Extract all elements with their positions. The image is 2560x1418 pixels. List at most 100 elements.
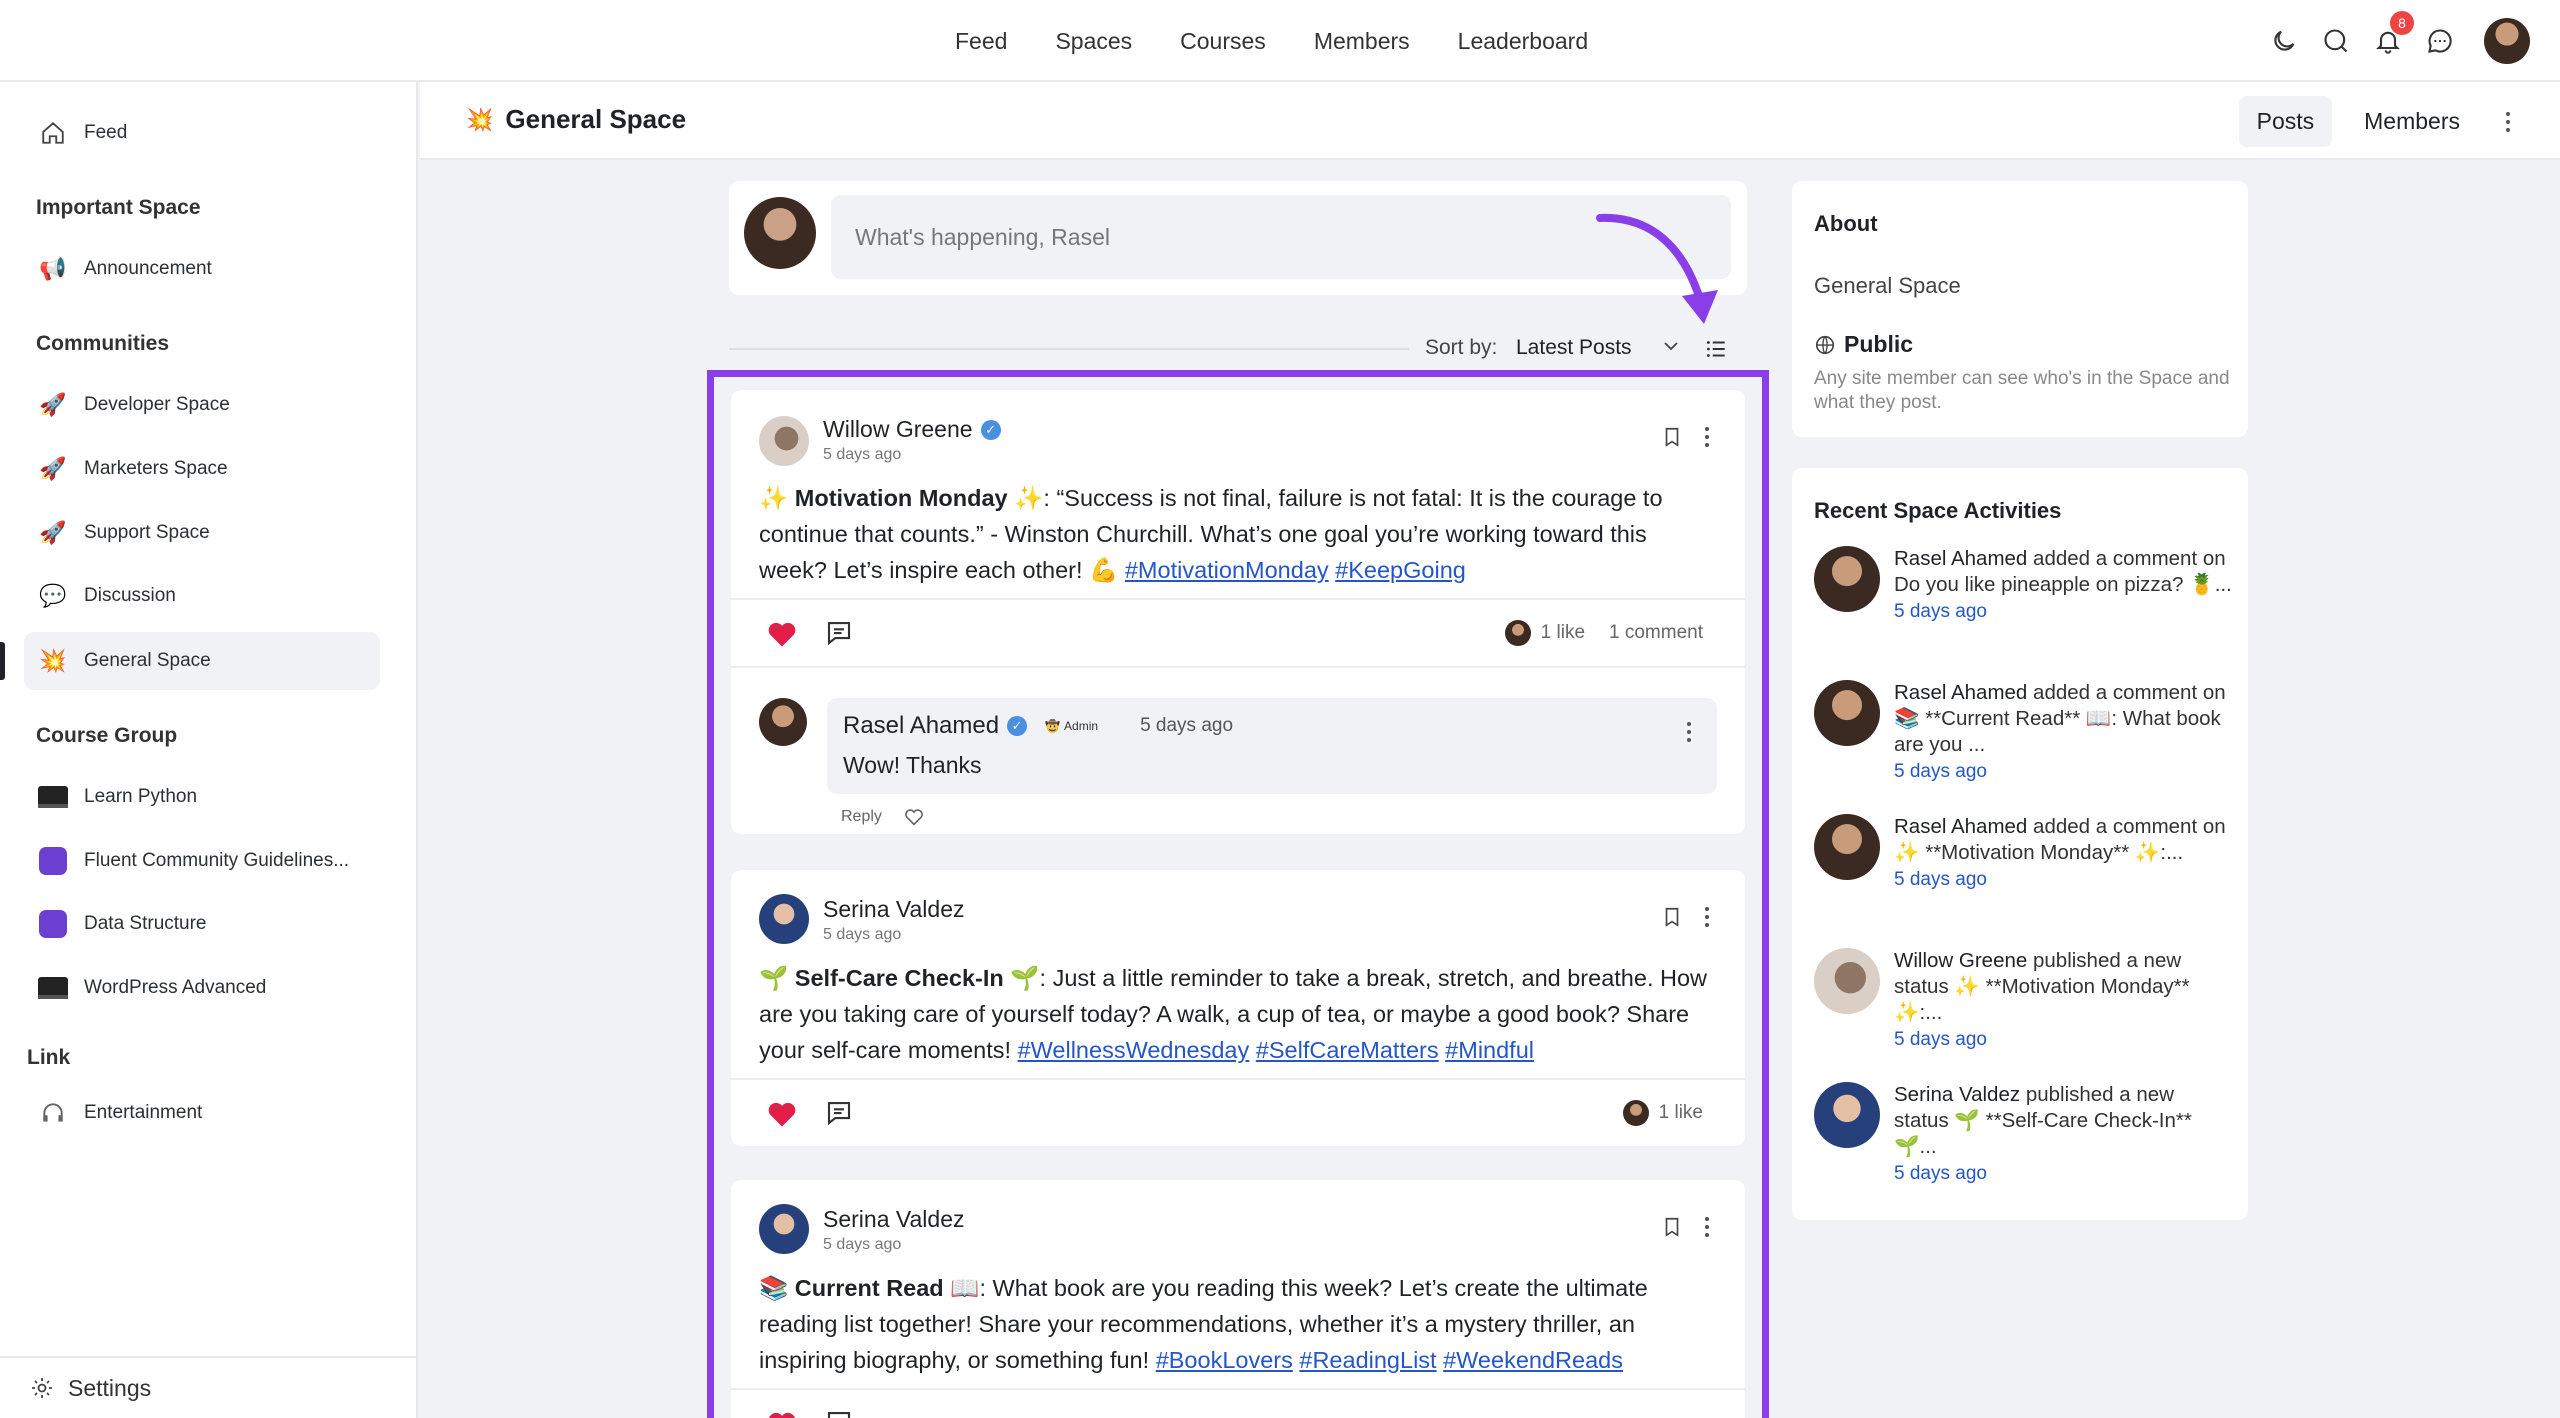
heart-icon[interactable] xyxy=(767,1100,797,1128)
avatar[interactable] xyxy=(759,1204,809,1254)
recent-activities-card: Recent Space Activities Rasel Ahamed add… xyxy=(1792,468,2248,1220)
comment-time: 5 days ago xyxy=(1140,715,1234,736)
like-count[interactable]: 1 like xyxy=(1541,622,1585,644)
hashtag-link[interactable]: #WellnessWednesday xyxy=(1018,1037,1250,1063)
bookmark-icon[interactable] xyxy=(1661,906,1683,928)
author-name: Serina Valdez xyxy=(823,1206,965,1232)
megaphone-icon: 📢 xyxy=(39,256,67,281)
tab-posts[interactable]: Posts xyxy=(2238,96,2333,147)
section-course-group: Course Group xyxy=(36,724,178,747)
sidebar-item-learn-python[interactable]: Learn Python xyxy=(24,768,380,826)
activity-time: 5 days ago xyxy=(1894,1029,1987,1050)
like-count[interactable]: 1 like xyxy=(1659,1102,1703,1124)
user-avatar[interactable] xyxy=(2484,18,2530,64)
space-title: 💥 General Space xyxy=(466,104,686,135)
chat-icon[interactable] xyxy=(2424,25,2456,57)
more-options-icon[interactable] xyxy=(2492,111,2524,132)
sidebar-item-entertainment[interactable]: Entertainment xyxy=(24,1084,380,1142)
comment-actions: Reply xyxy=(841,808,924,826)
more-options-icon[interactable] xyxy=(1705,907,1709,927)
sidebar-item-support-space[interactable]: 🚀 Support Space xyxy=(24,504,380,562)
settings-link[interactable]: Settings xyxy=(0,1356,416,1418)
sidebar-item-marketers-space[interactable]: 🚀 Marketers Space xyxy=(24,440,380,498)
about-card: About General Space Public Any site memb… xyxy=(1792,181,2248,437)
comment-author[interactable]: Rasel Ahamed xyxy=(843,712,999,740)
sparkle-icon: ✨ xyxy=(1014,485,1044,511)
post-author[interactable]: Willow Greene ✓ xyxy=(823,416,1001,443)
more-options-icon[interactable] xyxy=(1687,722,1691,742)
nav-spaces[interactable]: Spaces xyxy=(1055,28,1132,55)
sidebar-item-feed[interactable]: Feed xyxy=(24,104,380,162)
search-icon[interactable] xyxy=(2320,25,2352,57)
moon-icon[interactable] xyxy=(2268,25,2300,57)
chevron-down-icon[interactable] xyxy=(1659,334,1683,358)
sort-select[interactable]: Latest Posts xyxy=(1516,336,1632,360)
heart-icon[interactable] xyxy=(767,620,797,648)
hashtag-link[interactable]: #SelfCareMatters xyxy=(1256,1037,1439,1063)
comment-count[interactable]: 1 comment xyxy=(1609,622,1703,644)
more-options-icon[interactable] xyxy=(1705,1217,1709,1237)
more-options-icon[interactable] xyxy=(1705,427,1709,447)
sidebar-item-announcement[interactable]: 📢 Announcement xyxy=(24,240,380,298)
post-body: 📚 Current Read 📖: What book are you read… xyxy=(759,1270,1719,1378)
comment-icon[interactable] xyxy=(823,1408,855,1418)
sidebar-item-label: Data Structure xyxy=(84,913,207,934)
post-author[interactable]: Serina Valdez xyxy=(823,896,965,923)
hashtag-link[interactable]: #Mindful xyxy=(1445,1037,1534,1063)
sidebar-item-label: WordPress Advanced xyxy=(84,977,267,998)
bookmark-icon[interactable] xyxy=(1661,1216,1683,1238)
post-time: 5 days ago xyxy=(823,926,902,943)
post-actions xyxy=(1661,426,1709,448)
bell-icon[interactable]: 8 xyxy=(2372,11,2414,57)
heart-outline-icon[interactable] xyxy=(904,808,924,826)
seedling-icon: 🌱 xyxy=(759,965,789,991)
activity-item[interactable]: Willow Greene published a new status ✨ *… xyxy=(1814,948,2234,1078)
avatar xyxy=(1622,1100,1649,1126)
course-color-icon xyxy=(38,846,68,876)
hashtag-link[interactable]: #MotivationMonday xyxy=(1125,557,1329,583)
post-title: Motivation Monday xyxy=(794,485,1008,511)
comment-icon[interactable] xyxy=(823,618,855,648)
activity-item[interactable]: Serina Valdez published a new status 🌱 *… xyxy=(1814,1082,2234,1212)
comment-icon[interactable] xyxy=(823,1098,855,1128)
list-view-icon[interactable] xyxy=(1703,336,1729,362)
hashtag-link[interactable]: #KeepGoing xyxy=(1335,557,1466,583)
avatar[interactable] xyxy=(759,416,809,466)
nav-feed[interactable]: Feed xyxy=(955,28,1007,55)
admin-badge: 🤠 Admin xyxy=(1045,719,1098,733)
activity-time: 5 days ago xyxy=(1894,761,1987,782)
hashtag-link[interactable]: #BookLovers xyxy=(1156,1347,1293,1373)
sidebar-item-wordpress-advanced[interactable]: WordPress Advanced xyxy=(24,959,380,1017)
activity-item[interactable]: Rasel Ahamed added a comment on ✨ **Moti… xyxy=(1814,814,2234,944)
avatar[interactable] xyxy=(759,894,809,944)
sidebar-item-data-structure[interactable]: Data Structure xyxy=(24,895,380,953)
post-author[interactable]: Serina Valdez xyxy=(823,1206,965,1233)
sparkle-icon: ✨ xyxy=(759,485,789,511)
settings-label: Settings xyxy=(68,1374,152,1401)
sidebar-item-developer-space[interactable]: 🚀 Developer Space xyxy=(24,376,380,434)
heart-icon[interactable] xyxy=(767,1410,797,1418)
nav-leaderboard[interactable]: Leaderboard xyxy=(1458,28,1588,55)
hashtag-link[interactable]: #ReadingList xyxy=(1299,1347,1436,1373)
reply-button[interactable]: Reply xyxy=(841,808,882,826)
activity-user: Serina Valdez xyxy=(1894,1083,2021,1106)
bookmark-icon[interactable] xyxy=(1661,426,1683,448)
sidebar-item-fluent-guidelines[interactable]: Fluent Community Guidelines... xyxy=(24,832,380,890)
tab-members[interactable]: Members xyxy=(2346,96,2478,147)
avatar xyxy=(1814,814,1880,880)
nav-courses[interactable]: Courses xyxy=(1180,28,1266,55)
activity-item[interactable]: Rasel Ahamed added a comment on Do you l… xyxy=(1814,546,2234,676)
post-body: ✨ Motivation Monday ✨: “Success is not f… xyxy=(759,480,1719,588)
nav-members[interactable]: Members xyxy=(1314,28,1410,55)
activity-user: Rasel Ahamed xyxy=(1894,815,2028,838)
hashtag-link[interactable]: #WeekendReads xyxy=(1443,1347,1623,1373)
crown-icon: 🤠 xyxy=(1045,719,1061,733)
activity-item[interactable]: Rasel Ahamed added a comment on 📚 **Curr… xyxy=(1814,680,2234,810)
sidebar-item-general-space[interactable]: 💥 General Space xyxy=(24,632,380,690)
sparkle-icon: 💥 xyxy=(39,648,67,673)
sidebar-item-discussion[interactable]: 💬 Discussion xyxy=(24,567,380,625)
about-heading: About xyxy=(1814,211,1878,236)
section-link: Link xyxy=(27,1046,71,1069)
space-title-text: General Space xyxy=(505,104,687,134)
author-name: Serina Valdez xyxy=(823,896,965,922)
